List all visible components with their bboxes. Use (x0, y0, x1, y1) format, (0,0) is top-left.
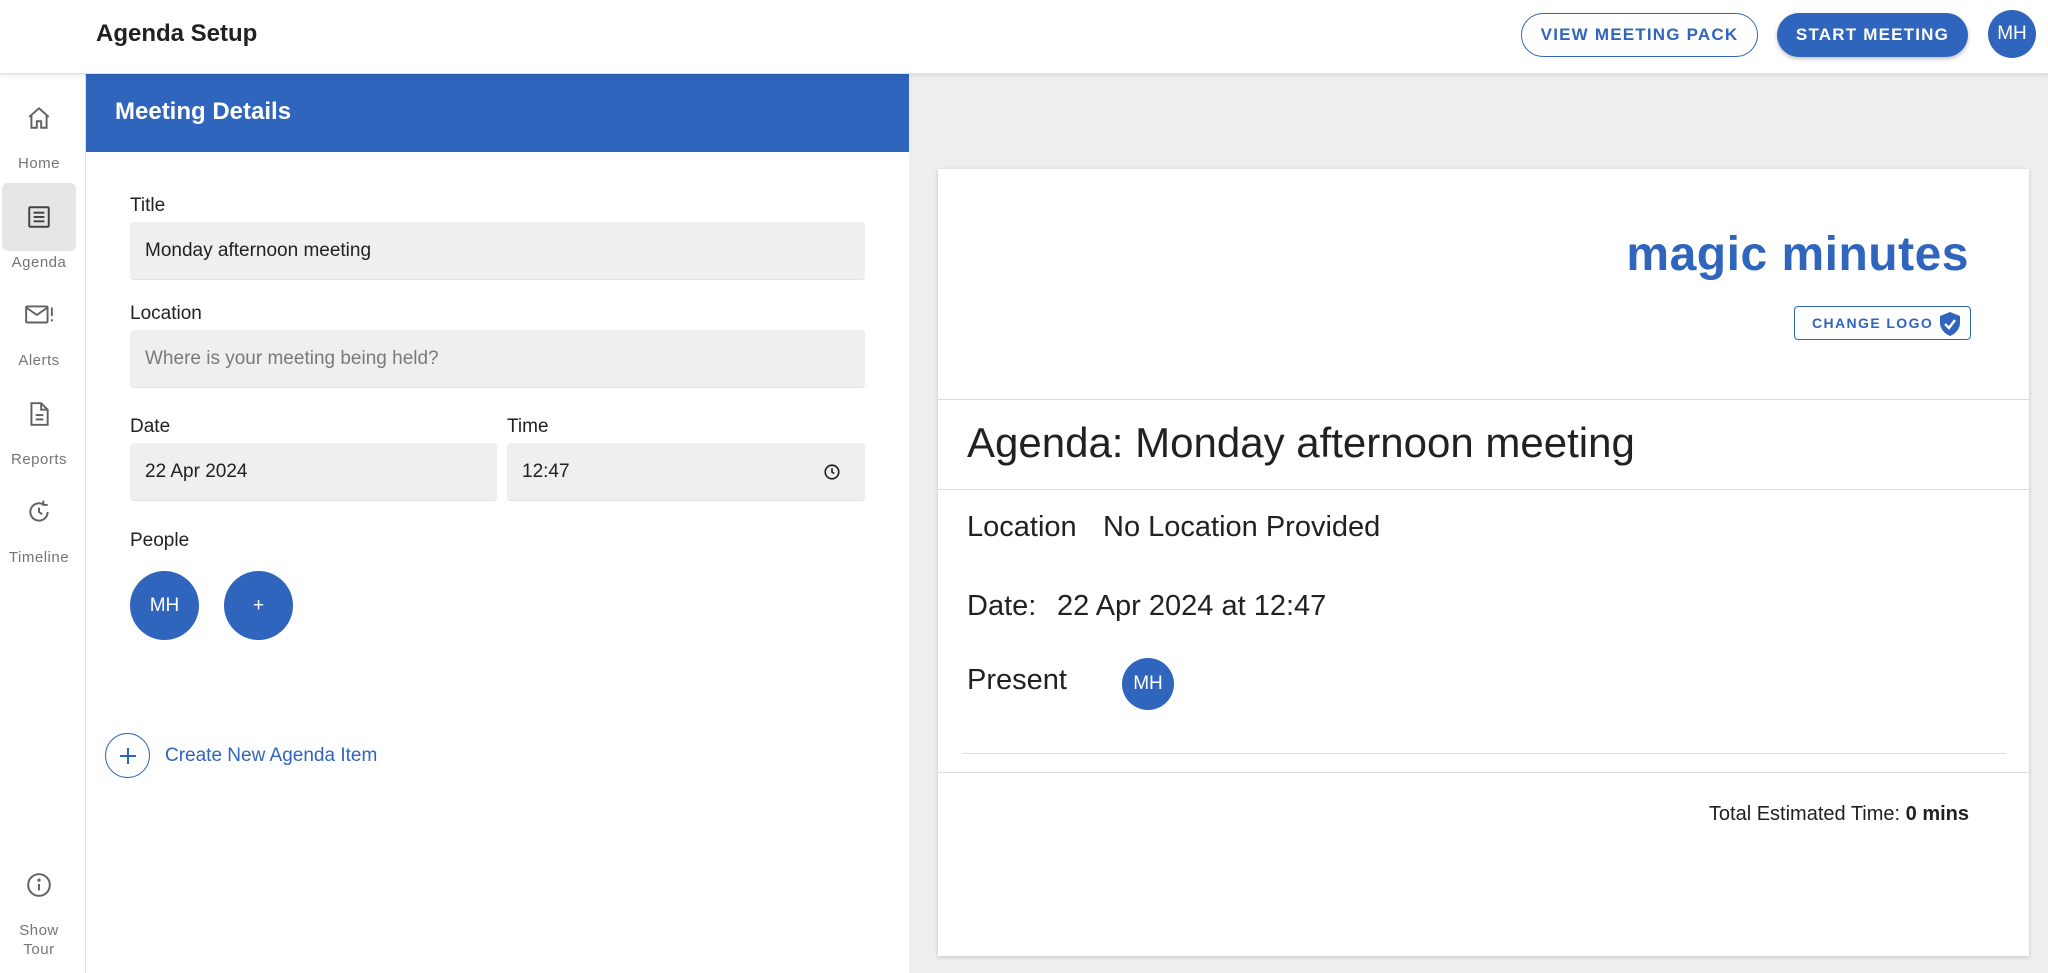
person-avatar[interactable]: MH (130, 571, 199, 640)
sidebar-item-agenda[interactable]: Agenda (0, 183, 78, 272)
home-icon (2, 84, 76, 152)
sidebar-item-label: Home (17, 155, 60, 172)
agenda-preview-card: magic minutes CHANGE LOGO Agenda: Monday… (938, 169, 2029, 956)
start-meeting-button[interactable]: START MEETING (1777, 13, 1968, 57)
change-logo-button[interactable]: CHANGE LOGO (1794, 306, 1971, 340)
time-label: Time (507, 416, 549, 437)
location-input[interactable]: Where is your meeting being held? (130, 330, 865, 388)
sidebar-item-alerts[interactable]: Alerts (0, 281, 78, 370)
change-logo-label: CHANGE LOGO (1812, 315, 1934, 331)
shield-check-icon (1940, 312, 1960, 336)
clock-icon[interactable] (823, 463, 841, 487)
view-meeting-pack-button[interactable]: VIEW MEETING PACK (1521, 13, 1758, 57)
people-label: People (130, 530, 190, 551)
plus-icon (105, 733, 150, 778)
sidebar-item-reports[interactable]: Reports (0, 380, 78, 469)
present-row-label: Present (967, 664, 1067, 696)
logo-text: magic minutes (1626, 228, 1969, 281)
sidebar-item-home[interactable]: Home (0, 84, 78, 173)
history-icon (2, 478, 76, 546)
top-app-bar: Agenda Setup VIEW MEETING PACK START MEE… (0, 0, 2048, 74)
meeting-details-panel: Meeting Details Title Monday afternoon m… (86, 74, 909, 973)
title-label: Title (130, 195, 166, 216)
date-input[interactable]: 22 Apr 2024 (130, 443, 497, 501)
meeting-details-header: Meeting Details (86, 74, 909, 152)
list-icon (2, 183, 76, 251)
present-avatar: MH (1122, 658, 1174, 710)
sidebar-item-label: Alerts (18, 352, 60, 369)
mail-alert-icon (2, 281, 76, 349)
time-value: 12:47 (522, 460, 570, 482)
sidebar-item-timeline[interactable]: Timeline (0, 478, 78, 567)
date-row-value: 22 Apr 2024 at 12:47 (1057, 590, 1327, 622)
divider (938, 772, 2029, 773)
agenda-title: Agenda: Monday afternoon meeting (967, 419, 1635, 466)
create-agenda-item-button[interactable]: Create New Agenda Item (105, 733, 377, 778)
document-icon (2, 380, 76, 448)
total-value: 0 mins (1905, 803, 1969, 825)
total-label: Total Estimated Time: (1708, 803, 1901, 825)
show-tour-label-line1: Show (19, 922, 59, 939)
divider (938, 399, 2029, 400)
divider (962, 753, 2006, 754)
sidebar-item-label: Reports (10, 451, 68, 468)
date-row-label: Date: (967, 590, 1037, 622)
location-label: Location (130, 303, 202, 324)
sidebar-item-label: Timeline (8, 549, 70, 566)
show-tour-label-line2: Tour (23, 941, 55, 958)
date-label: Date (130, 416, 171, 437)
location-row-label: Location (967, 511, 1077, 543)
divider (938, 489, 2029, 490)
info-icon (2, 851, 76, 919)
page-title: Agenda Setup (96, 20, 258, 47)
side-navigation: Home Agenda Alerts Reports Timeline Show… (0, 74, 86, 973)
sidebar-item-label: Agenda (11, 254, 67, 271)
total-estimated-time: Total Estimated Time: 0 mins (1709, 803, 1969, 826)
user-avatar[interactable]: MH (1988, 10, 2036, 58)
location-row-value: No Location Provided (1103, 511, 1381, 543)
add-person-button[interactable]: + (224, 571, 293, 640)
title-input[interactable]: Monday afternoon meeting (130, 222, 865, 280)
meeting-details-heading: Meeting Details (115, 98, 292, 125)
create-agenda-item-label: Create New Agenda Item (165, 744, 378, 766)
time-input[interactable]: 12:47 (507, 443, 865, 501)
show-tour-button[interactable]: Show Tour (0, 851, 78, 959)
